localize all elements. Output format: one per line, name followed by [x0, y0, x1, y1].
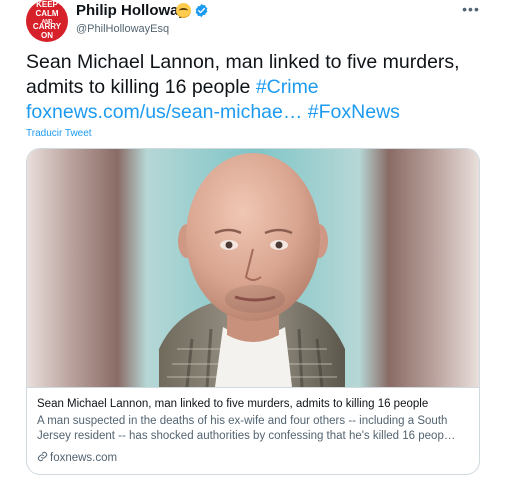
avatar-text-4: CARRY [32, 22, 62, 31]
tweet-text-line1: Sean Michael Lannon, man linked to five … [26, 51, 460, 73]
tweet-link[interactable]: foxnews.com/us/sean-michae… [26, 101, 302, 123]
hashtag-foxnews[interactable]: #FoxNews [308, 101, 400, 123]
card-domain[interactable]: foxnews.com [37, 451, 117, 465]
card-image[interactable] [27, 149, 479, 387]
author-name[interactable]: Philip Holloway [76, 2, 187, 20]
tweet[interactable]: KEEP CALM AND CARRY ON Philip Holloway @… [0, 0, 515, 487]
card-domain-text: foxnews.com [50, 452, 118, 464]
card-divider [27, 387, 479, 388]
link-icon [37, 451, 48, 462]
card-description: A man suspected in the deaths of his ex-… [37, 415, 456, 442]
tweet-text-line2: admits to killing 16 people [26, 76, 256, 98]
tweet-text: Sean Michael Lannon, man linked to five … [26, 50, 486, 125]
link-card[interactable]: Sean Michael Lannon, man linked to five … [26, 148, 480, 475]
card-title[interactable]: Sean Michael Lannon, man linked to five … [37, 397, 472, 411]
sunglasses-emoji-icon [176, 3, 191, 18]
hashtag-crime[interactable]: #Crime [256, 76, 319, 98]
avatar-text-1: KEEP [36, 0, 58, 9]
avatar-text-5: ON [41, 31, 53, 40]
translate-tweet-link[interactable]: Traducir Tweet [26, 128, 92, 139]
mugshot-photo [159, 153, 345, 387]
author-handle[interactable]: @PhilHollowayEsq [76, 22, 169, 36]
verified-badge-icon [195, 3, 208, 18]
avatar[interactable]: KEEP CALM AND CARRY ON [26, 0, 68, 42]
more-options-icon[interactable]: ••• [460, 0, 482, 22]
avatar-text-2: CALM [35, 9, 59, 18]
